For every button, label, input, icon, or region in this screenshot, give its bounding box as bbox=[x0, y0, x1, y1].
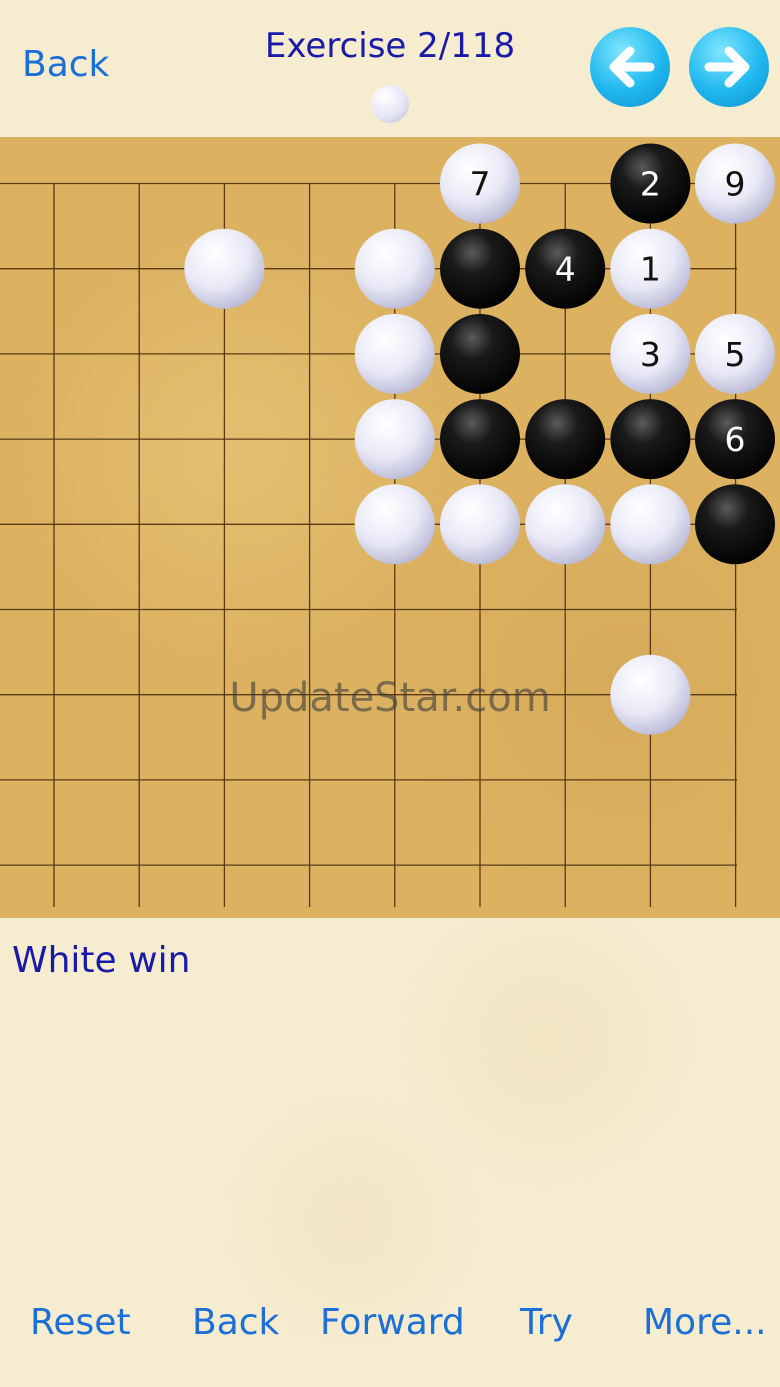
stone-disc bbox=[184, 228, 265, 309]
stone-disc bbox=[695, 484, 775, 565]
black-stone bbox=[440, 313, 520, 394]
black-stone bbox=[695, 484, 775, 565]
header: Back Exercise 2/118 bbox=[0, 0, 780, 137]
stone-disc bbox=[354, 399, 435, 480]
black-stone bbox=[525, 399, 606, 480]
arrow-left-icon bbox=[609, 46, 655, 88]
white-stone bbox=[354, 228, 435, 309]
stone-disc bbox=[610, 484, 691, 565]
step-back-button[interactable]: Back bbox=[192, 1302, 279, 1343]
white-stone bbox=[354, 399, 435, 480]
white-stone: 7 bbox=[440, 143, 520, 224]
stone-disc bbox=[440, 399, 520, 480]
move-number-label: 5 bbox=[725, 335, 746, 374]
stone-disc bbox=[610, 399, 691, 480]
white-stone bbox=[354, 313, 435, 394]
arrow-right-icon bbox=[704, 46, 750, 88]
stone-disc bbox=[440, 228, 520, 309]
black-stone: 2 bbox=[610, 143, 691, 224]
white-stone bbox=[184, 228, 265, 309]
move-number-label: 6 bbox=[725, 420, 746, 459]
stone-disc bbox=[525, 484, 606, 565]
move-number-label: 1 bbox=[640, 250, 661, 289]
white-stone: 1 bbox=[610, 228, 691, 309]
white-stone bbox=[610, 484, 691, 565]
black-stone: 4 bbox=[525, 228, 606, 309]
black-stone: 6 bbox=[695, 399, 775, 480]
stone-disc bbox=[440, 313, 520, 394]
white-stone bbox=[354, 484, 435, 565]
stone-disc bbox=[354, 313, 435, 394]
white-stone bbox=[525, 484, 606, 565]
black-stone bbox=[440, 399, 520, 480]
more-button[interactable]: More... bbox=[643, 1302, 767, 1343]
reset-button[interactable]: Reset bbox=[30, 1302, 131, 1343]
forward-button[interactable]: Forward bbox=[320, 1302, 465, 1343]
go-board[interactable]: 1 2 3 4 5 6 7 9 UpdateStar.com bbox=[0, 137, 780, 918]
white-stone bbox=[440, 484, 520, 565]
previous-exercise-button[interactable] bbox=[590, 27, 670, 107]
white-stone: 3 bbox=[610, 313, 691, 394]
move-number-label: 7 bbox=[470, 165, 491, 204]
turn-indicator-stone bbox=[371, 85, 409, 123]
move-number-label: 4 bbox=[555, 250, 576, 289]
move-number-label: 9 bbox=[725, 165, 746, 204]
next-exercise-button[interactable] bbox=[689, 27, 769, 107]
watermark: UpdateStar.com bbox=[229, 675, 551, 721]
stone-disc bbox=[525, 399, 606, 480]
stone-disc bbox=[354, 484, 435, 565]
stone-disc bbox=[440, 484, 520, 565]
move-number-label: 2 bbox=[640, 165, 661, 204]
move-number-label: 3 bbox=[640, 335, 661, 374]
comment-text: White win bbox=[12, 940, 191, 981]
white-stone: 5 bbox=[695, 313, 775, 394]
white-stone: 9 bbox=[695, 143, 775, 224]
try-button[interactable]: Try bbox=[520, 1302, 573, 1343]
black-stone bbox=[610, 399, 691, 480]
black-stone bbox=[440, 228, 520, 309]
stone-disc bbox=[354, 228, 435, 309]
board-surface[interactable]: 1 2 3 4 5 6 7 9 bbox=[0, 137, 780, 918]
